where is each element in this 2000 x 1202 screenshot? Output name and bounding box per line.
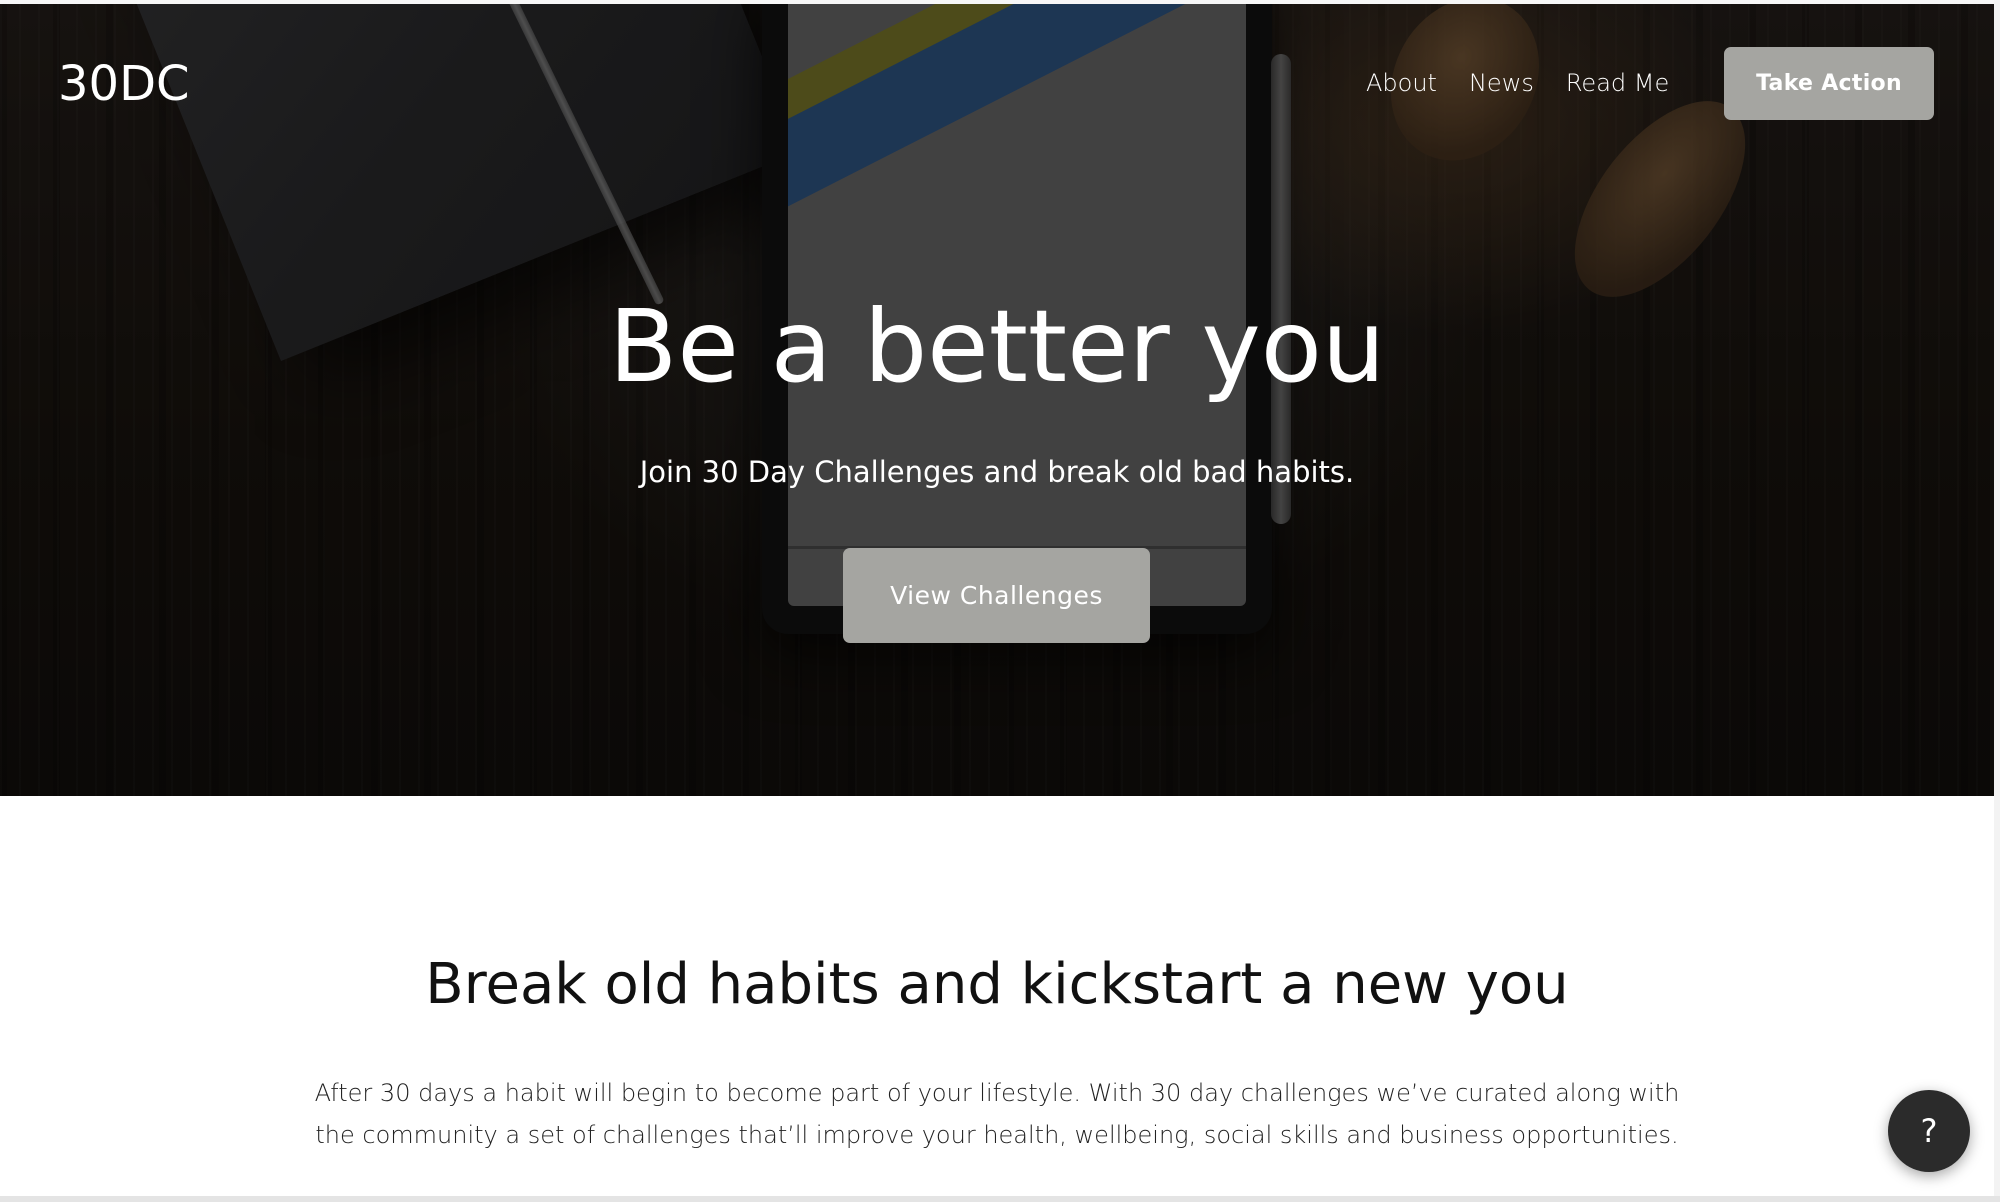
help-button[interactable]: ? xyxy=(1888,1090,1970,1172)
hero-section: 30DC About News Read Me Take Action Be a… xyxy=(0,4,1994,796)
nav-link-news[interactable]: News xyxy=(1469,69,1534,97)
section-body-line: the community a set of challenges that’l… xyxy=(315,1121,1679,1149)
hero-title: Be a better you xyxy=(608,288,1386,405)
section-body: After 30 days a habit will begin to beco… xyxy=(247,1072,1747,1156)
main-nav: About News Read Me xyxy=(1366,62,1669,104)
browser-viewport: 30DC About News Read Me Take Action Be a… xyxy=(0,4,1994,1196)
window-bottom-edge xyxy=(0,1196,2000,1202)
nav-link-about[interactable]: About xyxy=(1366,69,1437,97)
hero-subtitle: Join 30 Day Challenges and break old bad… xyxy=(639,455,1355,489)
site-logo[interactable]: 30DC xyxy=(58,54,190,114)
section-body-line: After 30 days a habit will begin to beco… xyxy=(314,1079,1680,1107)
section-title: Break old habits and kickstart a new you xyxy=(425,952,1569,1017)
nav-link-read-me[interactable]: Read Me xyxy=(1566,69,1669,97)
take-action-button[interactable]: Take Action xyxy=(1724,47,1934,120)
page: 30DC About News Read Me Take Action Be a… xyxy=(0,0,2000,1202)
window-right-edge xyxy=(1994,0,2000,1202)
view-challenges-button[interactable]: View Challenges xyxy=(843,548,1150,643)
question-mark-icon: ? xyxy=(1920,1112,1938,1150)
